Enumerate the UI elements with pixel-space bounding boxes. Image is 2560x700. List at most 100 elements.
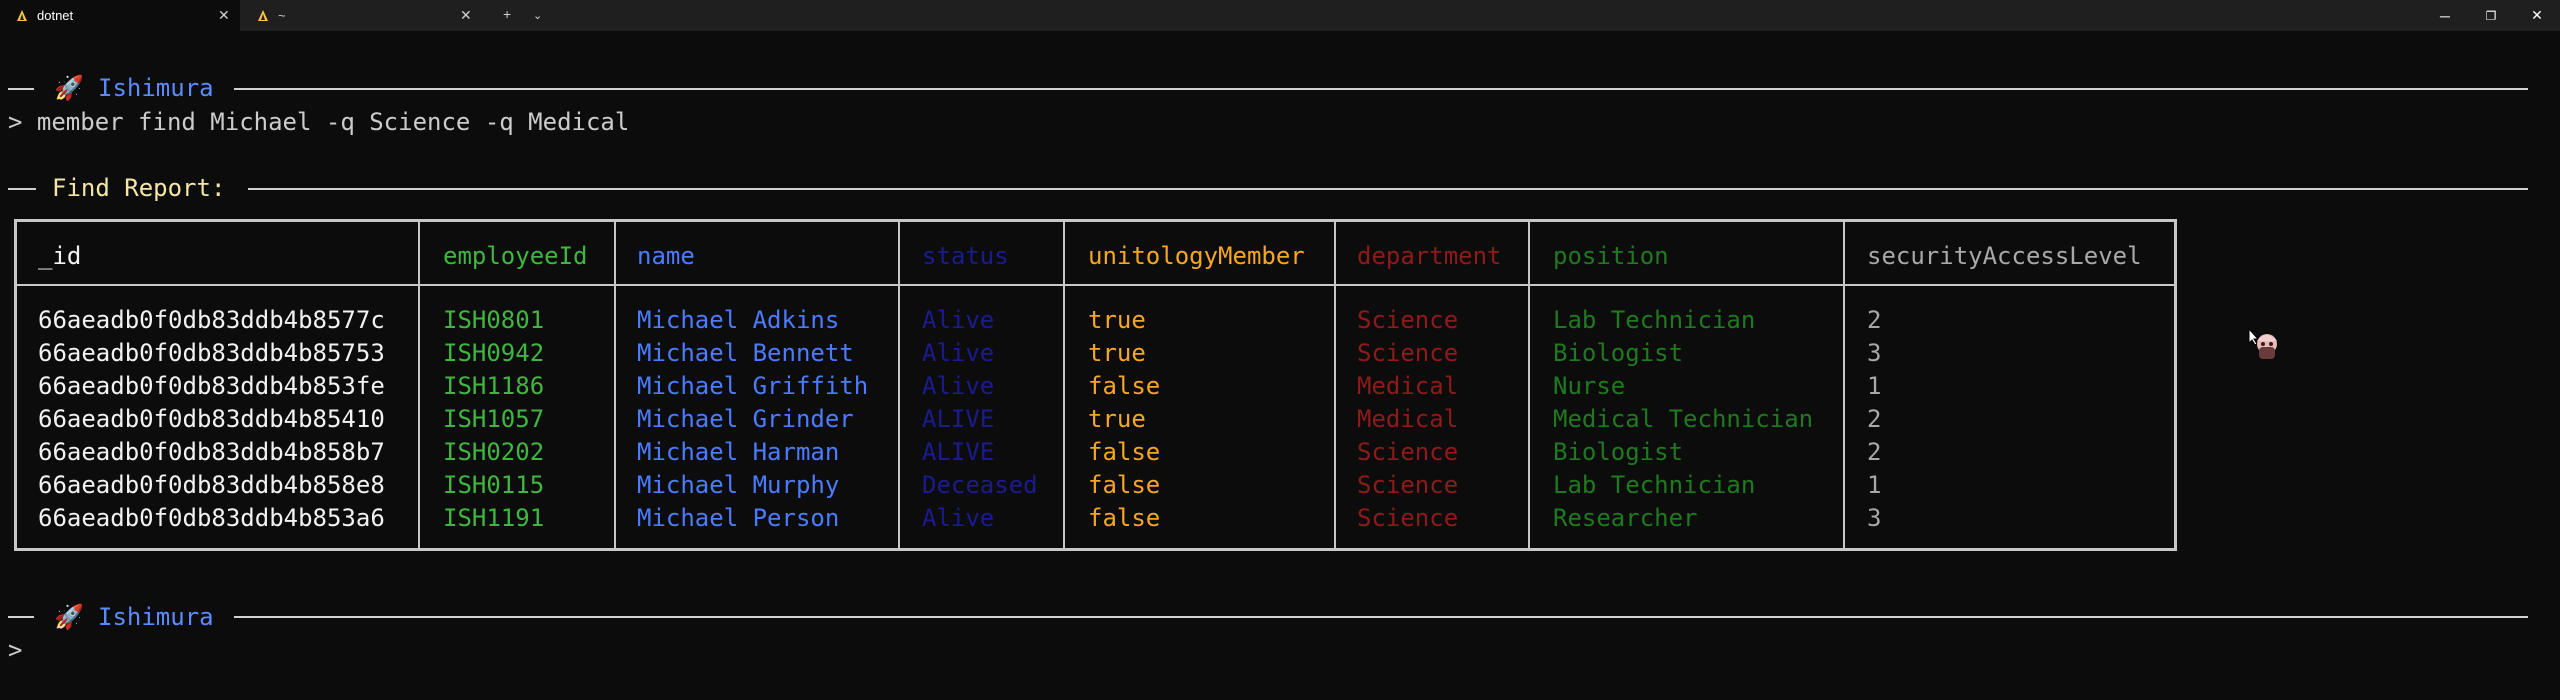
column-header-department: department — [1357, 242, 1502, 270]
tab-bar: dotnet ✕ ~ ✕ + ⌄ ─ ❐ ✕ — [0, 0, 2560, 31]
tab-label: ~ — [278, 8, 286, 23]
cell-name: Michael Bennett — [637, 339, 854, 367]
cell-security-access-level: 1 — [1867, 372, 1882, 400]
cell-department: Science — [1357, 306, 1459, 334]
report-rule-left — [8, 188, 36, 190]
cell-unitology-member: false — [1088, 471, 1161, 499]
cell-position: Biologist — [1553, 438, 1684, 466]
footer-rule-left — [8, 616, 34, 618]
cell-unitology-member: false — [1088, 504, 1161, 532]
cell-security-access-level: 2 — [1867, 438, 1882, 466]
cell-name: Michael Adkins — [637, 306, 840, 334]
column-divider — [1528, 219, 1530, 551]
cell-position: Biologist — [1553, 339, 1684, 367]
cell-id: 66aeadb0f0db83ddb4b858e8 — [38, 471, 385, 499]
cell-employee-id: ISH0942 — [443, 339, 545, 367]
cell-name: Michael Murphy — [637, 471, 840, 499]
cell-employee-id: ISH1191 — [443, 504, 545, 532]
cell-department: Medical — [1357, 372, 1459, 400]
cell-department: Science — [1357, 438, 1459, 466]
cell-department: Science — [1357, 504, 1459, 532]
table-header-divider — [14, 284, 2177, 286]
linux-penguin-icon — [17, 9, 27, 21]
cell-status: ALIVE — [922, 438, 995, 466]
cell-department: Science — [1357, 471, 1459, 499]
cell-unitology-member: false — [1088, 438, 1161, 466]
command-line: > member find Michael -q Science -q Medi… — [8, 108, 630, 136]
cell-status: Alive — [922, 504, 995, 532]
linux-penguin-icon — [258, 9, 268, 21]
cell-security-access-level: 3 — [1867, 339, 1882, 367]
report-rule-right — [248, 188, 2528, 190]
column-header-securityAccessLevel: securityAccessLevel — [1867, 242, 2142, 270]
prompt-input[interactable]: > — [8, 634, 22, 666]
close-window-icon[interactable]: ✕ — [2514, 0, 2560, 31]
cell-unitology-member: false — [1088, 372, 1161, 400]
column-header-unitologyMember: unitologyMember — [1088, 242, 1305, 270]
close-icon[interactable]: ✕ — [218, 7, 230, 24]
cell-department: Medical — [1357, 405, 1459, 433]
tab-home[interactable]: ~ ✕ — [241, 0, 481, 31]
cell-status: ALIVE — [922, 405, 995, 433]
cell-id: 66aeadb0f0db83ddb4b8577c — [38, 306, 385, 334]
cell-position: Lab Technician — [1553, 306, 1756, 334]
column-header-status: status — [922, 242, 1009, 270]
column-divider — [1843, 219, 1845, 551]
rocket-icon: 🚀 — [54, 74, 84, 102]
cell-employee-id: ISH0115 — [443, 471, 545, 499]
cell-name: Michael Griffith — [637, 372, 869, 400]
tab-label: dotnet — [37, 8, 74, 23]
cell-security-access-level: 2 — [1867, 405, 1882, 433]
cell-id: 66aeadb0f0db83ddb4b853a6 — [38, 504, 385, 532]
cell-employee-id: ISH1186 — [443, 372, 545, 400]
column-header-position: position — [1553, 242, 1669, 270]
cell-security-access-level: 2 — [1867, 306, 1882, 334]
cell-security-access-level: 3 — [1867, 504, 1882, 532]
cell-department: Science — [1357, 339, 1459, 367]
cell-id: 66aeadb0f0db83ddb4b85410 — [38, 405, 385, 433]
cell-security-access-level: 1 — [1867, 471, 1882, 499]
cell-unitology-member: true — [1088, 339, 1146, 367]
cell-name: Michael Grinder — [637, 405, 854, 433]
rocket-icon: 🚀 — [54, 603, 84, 631]
column-header-name: name — [637, 242, 695, 270]
header-rule-right — [234, 88, 2528, 90]
restore-icon[interactable]: ❐ — [2468, 0, 2514, 31]
cell-unitology-member: true — [1088, 306, 1146, 334]
report-title: Find Report: — [52, 174, 226, 202]
new-tab-plus-icon[interactable]: + — [503, 6, 511, 22]
chevron-down-icon[interactable]: ⌄ — [533, 9, 542, 22]
cell-status: Alive — [922, 306, 995, 334]
anime-avatar-icon — [2257, 334, 2277, 359]
cell-employee-id: ISH0202 — [443, 438, 545, 466]
cell-id: 66aeadb0f0db83ddb4b858b7 — [38, 438, 385, 466]
cell-employee-id: ISH0801 — [443, 306, 545, 334]
cell-employee-id: ISH1057 — [443, 405, 545, 433]
column-divider — [1334, 219, 1336, 551]
cell-name: Michael Harman — [637, 438, 840, 466]
close-icon[interactable]: ✕ — [460, 7, 472, 24]
column-header-employeeId: employeeId — [443, 242, 588, 270]
column-divider — [418, 219, 420, 551]
cell-position: Lab Technician — [1553, 471, 1756, 499]
cell-status: Alive — [922, 339, 995, 367]
cell-position: Nurse — [1553, 372, 1626, 400]
footer-title: Ishimura — [98, 603, 214, 631]
column-header-id: _id — [38, 242, 82, 270]
cell-id: 66aeadb0f0db83ddb4b853fe — [38, 372, 385, 400]
cell-name: Michael Person — [637, 504, 840, 532]
footer-rule-right — [234, 616, 2528, 618]
cell-position: Medical Technician — [1553, 405, 1814, 433]
cell-status: Deceased — [922, 471, 1038, 499]
cell-id: 66aeadb0f0db83ddb4b85753 — [38, 339, 385, 367]
column-divider — [614, 219, 616, 551]
column-divider — [898, 219, 900, 551]
cell-unitology-member: true — [1088, 405, 1146, 433]
cell-position: Researcher — [1553, 504, 1698, 532]
minimize-icon[interactable]: ─ — [2422, 0, 2468, 31]
column-divider — [1063, 219, 1065, 551]
cell-status: Alive — [922, 372, 995, 400]
header-title: Ishimura — [98, 74, 214, 102]
tab-dotnet[interactable]: dotnet ✕ — [0, 0, 240, 31]
header-rule-left — [8, 88, 34, 90]
